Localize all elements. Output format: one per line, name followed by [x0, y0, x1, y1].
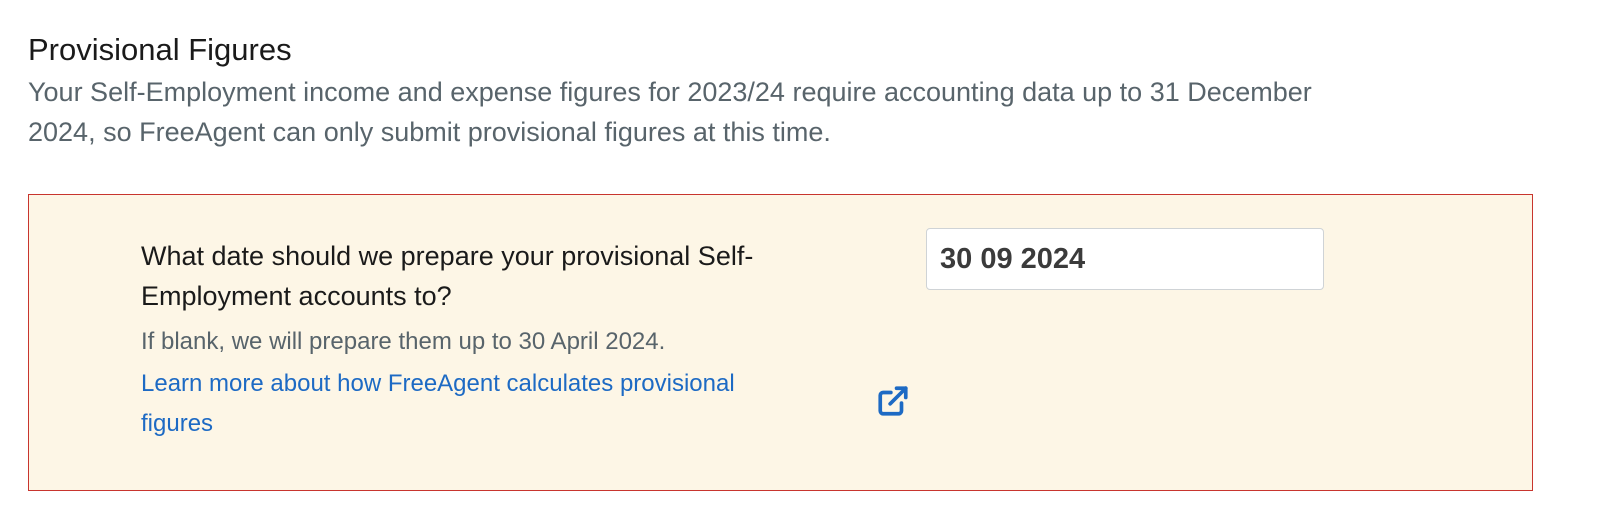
learn-more-link[interactable]: Learn more about how FreeAgent calculate…: [141, 364, 801, 444]
external-link-icon[interactable]: [876, 384, 910, 418]
section-description: Your Self-Employment income and expense …: [28, 77, 1312, 147]
provisional-figures-section: Provisional Figures Your Self-Employment…: [28, 30, 1568, 152]
provisional-date-input[interactable]: [926, 228, 1324, 290]
provisional-date-panel: What date should we prepare your provisi…: [28, 194, 1533, 491]
provisional-date-question: What date should we prepare your provisi…: [141, 241, 754, 311]
section-title: Provisional Figures: [28, 32, 292, 67]
provisional-date-hint: If blank, we will prepare them up to 30 …: [141, 328, 666, 355]
